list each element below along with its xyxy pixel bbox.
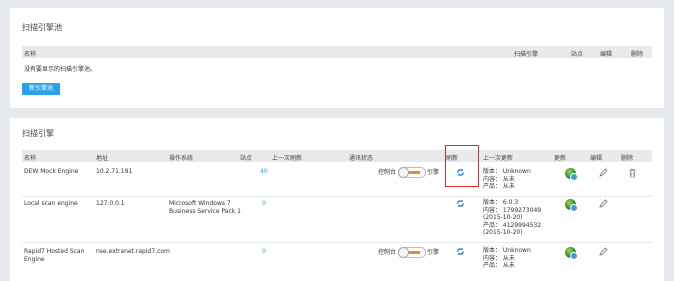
refresh-highlight-box (445, 145, 479, 187)
refresh-icon[interactable] (456, 247, 465, 256)
create-pool-button[interactable]: 新引擎池 (22, 83, 60, 95)
delete-trash-icon[interactable] (628, 168, 637, 178)
engine-address: 10.2.71.191 (96, 168, 133, 175)
comm-status-toggle[interactable] (398, 167, 426, 178)
refresh-icon[interactable] (456, 199, 465, 208)
empty-pool-message: 没有要显示的扫描引擎池。 (24, 66, 97, 73)
update-version: 版本： 6.0.3 (483, 199, 519, 206)
engine-name[interactable]: Rapid7 Hosted Scan Engine (24, 248, 94, 263)
update-content: 内容： 从未 (483, 254, 515, 262)
toggle-right-label: 引擎 (427, 249, 440, 256)
table-row: DEW Mock Engine 10.2.71.191 40 控制台 引擎 版本… (22, 164, 652, 197)
scan-engine-table-header: 名称 地址 操作系统 站点 上一次刷新 通讯状态 刷新 上一次更新 更新 编辑 … (22, 150, 652, 162)
update-product: 产品： 4129994532 (483, 221, 542, 229)
last-update-info: 版本： 6.0.3 内容： 1799273049 (2015-10-20) 产品… (483, 199, 541, 237)
engine-sites-count[interactable]: 0 (262, 200, 266, 208)
last-update-info: 版本： Unknown 内容： 从未 产品： 从未 (483, 247, 531, 270)
engine-pool-table-header: 名称 扫描引擎 站点 编辑 删除 (22, 46, 652, 58)
update-globe-icon[interactable] (565, 199, 578, 212)
update-product: 产品： 从未 (483, 262, 515, 269)
edit-pencil-icon[interactable] (598, 199, 608, 209)
col-update: 更新 (554, 155, 567, 162)
col-name[interactable]: 名称 (24, 49, 36, 58)
col-name[interactable]: 名称 (24, 153, 36, 162)
engine-os: Microsoft Windows 7 Business Service Pac… (169, 200, 241, 215)
toggle-left-label: 控制台 (378, 249, 397, 256)
col-edit: 编辑 (600, 51, 613, 58)
table-row: Local scan engine 127.0.0.1 Microsoft Wi… (22, 196, 652, 243)
col-delete: 删除 (621, 155, 634, 162)
update-version: 版本： Unknown (483, 247, 531, 254)
toggle-left-label: 控制台 (378, 169, 397, 176)
engine-name[interactable]: DEW Mock Engine (24, 168, 78, 176)
col-comm-status[interactable]: 通讯状态 (349, 153, 373, 162)
col-os[interactable]: 操作系统 (169, 153, 193, 162)
comm-status-toggle[interactable] (398, 247, 426, 258)
col-last-refresh[interactable]: 上一次刷新 (272, 153, 302, 162)
col-edit: 编辑 (590, 155, 603, 162)
col-engines[interactable]: 扫描引擎 (514, 49, 538, 58)
engine-address: 127.0.0.1 (96, 200, 125, 207)
engine-address: nse.extranet.rapid7.com (96, 248, 170, 255)
engine-pool-panel: 扫描引擎池 名称 扫描引擎 站点 编辑 删除 没有要显示的扫描引擎池。 新引擎池 (10, 8, 664, 108)
update-globe-icon[interactable] (565, 168, 578, 181)
edit-pencil-icon[interactable] (598, 168, 608, 178)
update-product-date: (2015-10-20) (483, 229, 523, 236)
engine-name[interactable]: Local scan engine (24, 200, 78, 208)
edit-pencil-icon[interactable] (598, 247, 608, 257)
col-sites[interactable]: 站点 (571, 49, 583, 58)
last-update-info: 版本： Unknown 内容： 从未 产品： 从未 (483, 168, 531, 191)
col-delete: 删除 (631, 51, 644, 58)
update-globe-icon[interactable] (565, 247, 578, 260)
update-version: 版本： Unknown (483, 168, 531, 175)
scan-engine-title: 扫描引擎 (22, 129, 54, 138)
table-row: Rapid7 Hosted Scan Engine nse.extranet.r… (22, 242, 652, 276)
update-content-date: (2015-10-20) (483, 214, 523, 221)
update-content: 内容： 从未 (483, 175, 515, 183)
engine-sites-count[interactable]: 40 (260, 168, 268, 176)
scan-engine-panel: 扫描引擎 名称 地址 操作系统 站点 上一次刷新 通讯状态 刷新 上一次更新 更… (10, 118, 664, 281)
col-sites[interactable]: 站点 (240, 153, 252, 162)
update-product: 产品： 从未 (483, 183, 515, 190)
engine-sites-count[interactable]: 0 (262, 248, 266, 256)
engine-pool-title: 扫描引擎池 (22, 23, 62, 32)
col-last-update[interactable]: 上一次更新 (483, 153, 513, 162)
update-content: 内容： 1799273049 (483, 206, 542, 214)
toggle-right-label: 引擎 (427, 169, 440, 176)
col-address[interactable]: 地址 (96, 153, 108, 162)
